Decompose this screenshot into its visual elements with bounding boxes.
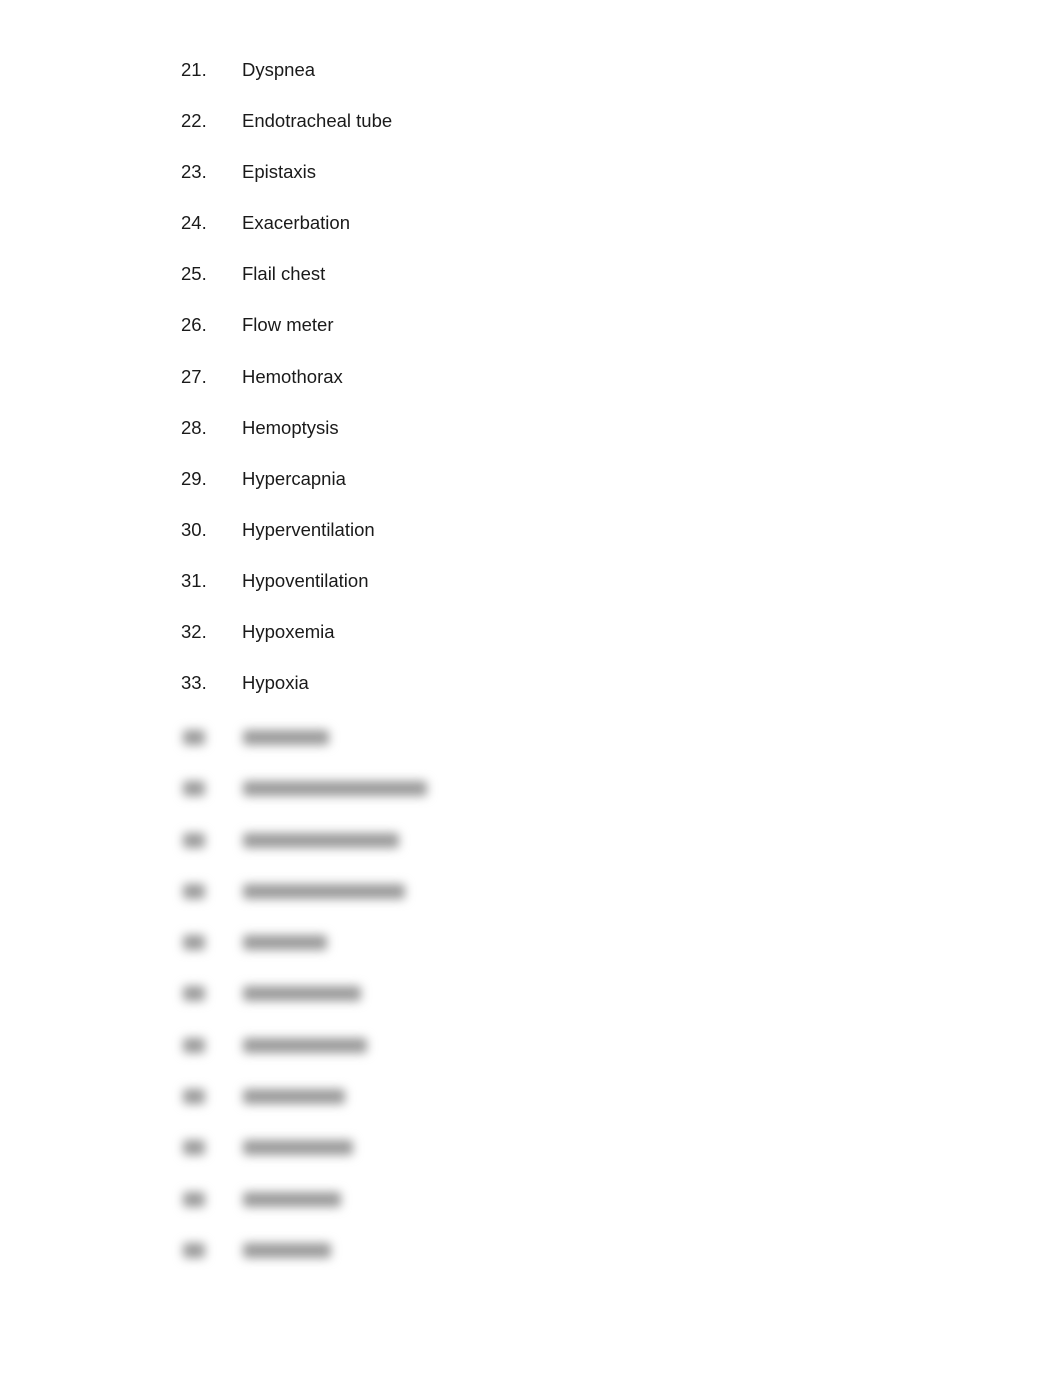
document-page: 21. Dyspnea 22. Endotracheal tube 23. Ep… [0,0,1062,1376]
item-term: Epistaxis [242,161,317,183]
blurred-number [183,883,205,899]
blurred-number [183,1191,205,1207]
item-term: Endotracheal tube [242,110,393,132]
item-term: Flow meter [242,314,334,336]
blurred-number [183,730,205,745]
blurred-term [243,1089,345,1105]
item-term: Hypoxia [242,672,309,694]
item-term: Hypoventilation [242,569,369,591]
item-number: 25. [181,263,207,285]
item-term: Hemothorax [242,365,343,387]
item-term: Flail chest [242,263,326,285]
blurred-number [183,832,205,848]
blurred-number [183,935,205,951]
blurred-number [183,1140,205,1156]
blurred-number [183,1089,205,1105]
item-number: 22. [181,110,207,132]
item-number: 27. [181,365,207,387]
blurred-term [243,1191,341,1207]
blurred-number [183,1242,205,1258]
item-number: 32. [181,621,207,643]
blurred-term [243,781,427,797]
item-number: 33. [181,672,207,694]
item-term: Hemoptysis [242,416,339,438]
item-term: Hyperventilation [242,518,375,540]
blurred-number [183,986,205,1002]
blurred-term [243,1140,353,1156]
item-number: 21. [181,59,207,80]
item-number: 23. [181,161,207,183]
item-term: Hypercapnia [242,467,346,489]
item-number: 30. [181,518,207,540]
blurred-term [243,935,327,951]
item-number: 31. [181,569,207,591]
blurred-number [183,1037,205,1053]
item-number: 29. [181,467,207,489]
blurred-number [183,781,205,797]
item-number: 26. [181,314,207,336]
item-number: 28. [181,416,207,438]
item-term: Hypoxemia [242,621,335,643]
blurred-term [243,730,329,745]
blurred-term [243,986,361,1002]
blurred-term [243,883,405,899]
blurred-term [243,1242,331,1258]
item-term: Dyspnea [242,59,316,80]
blurred-term [243,1037,367,1053]
item-term: Exacerbation [242,212,350,234]
item-number: 24. [181,212,207,234]
blurred-term [243,832,399,848]
